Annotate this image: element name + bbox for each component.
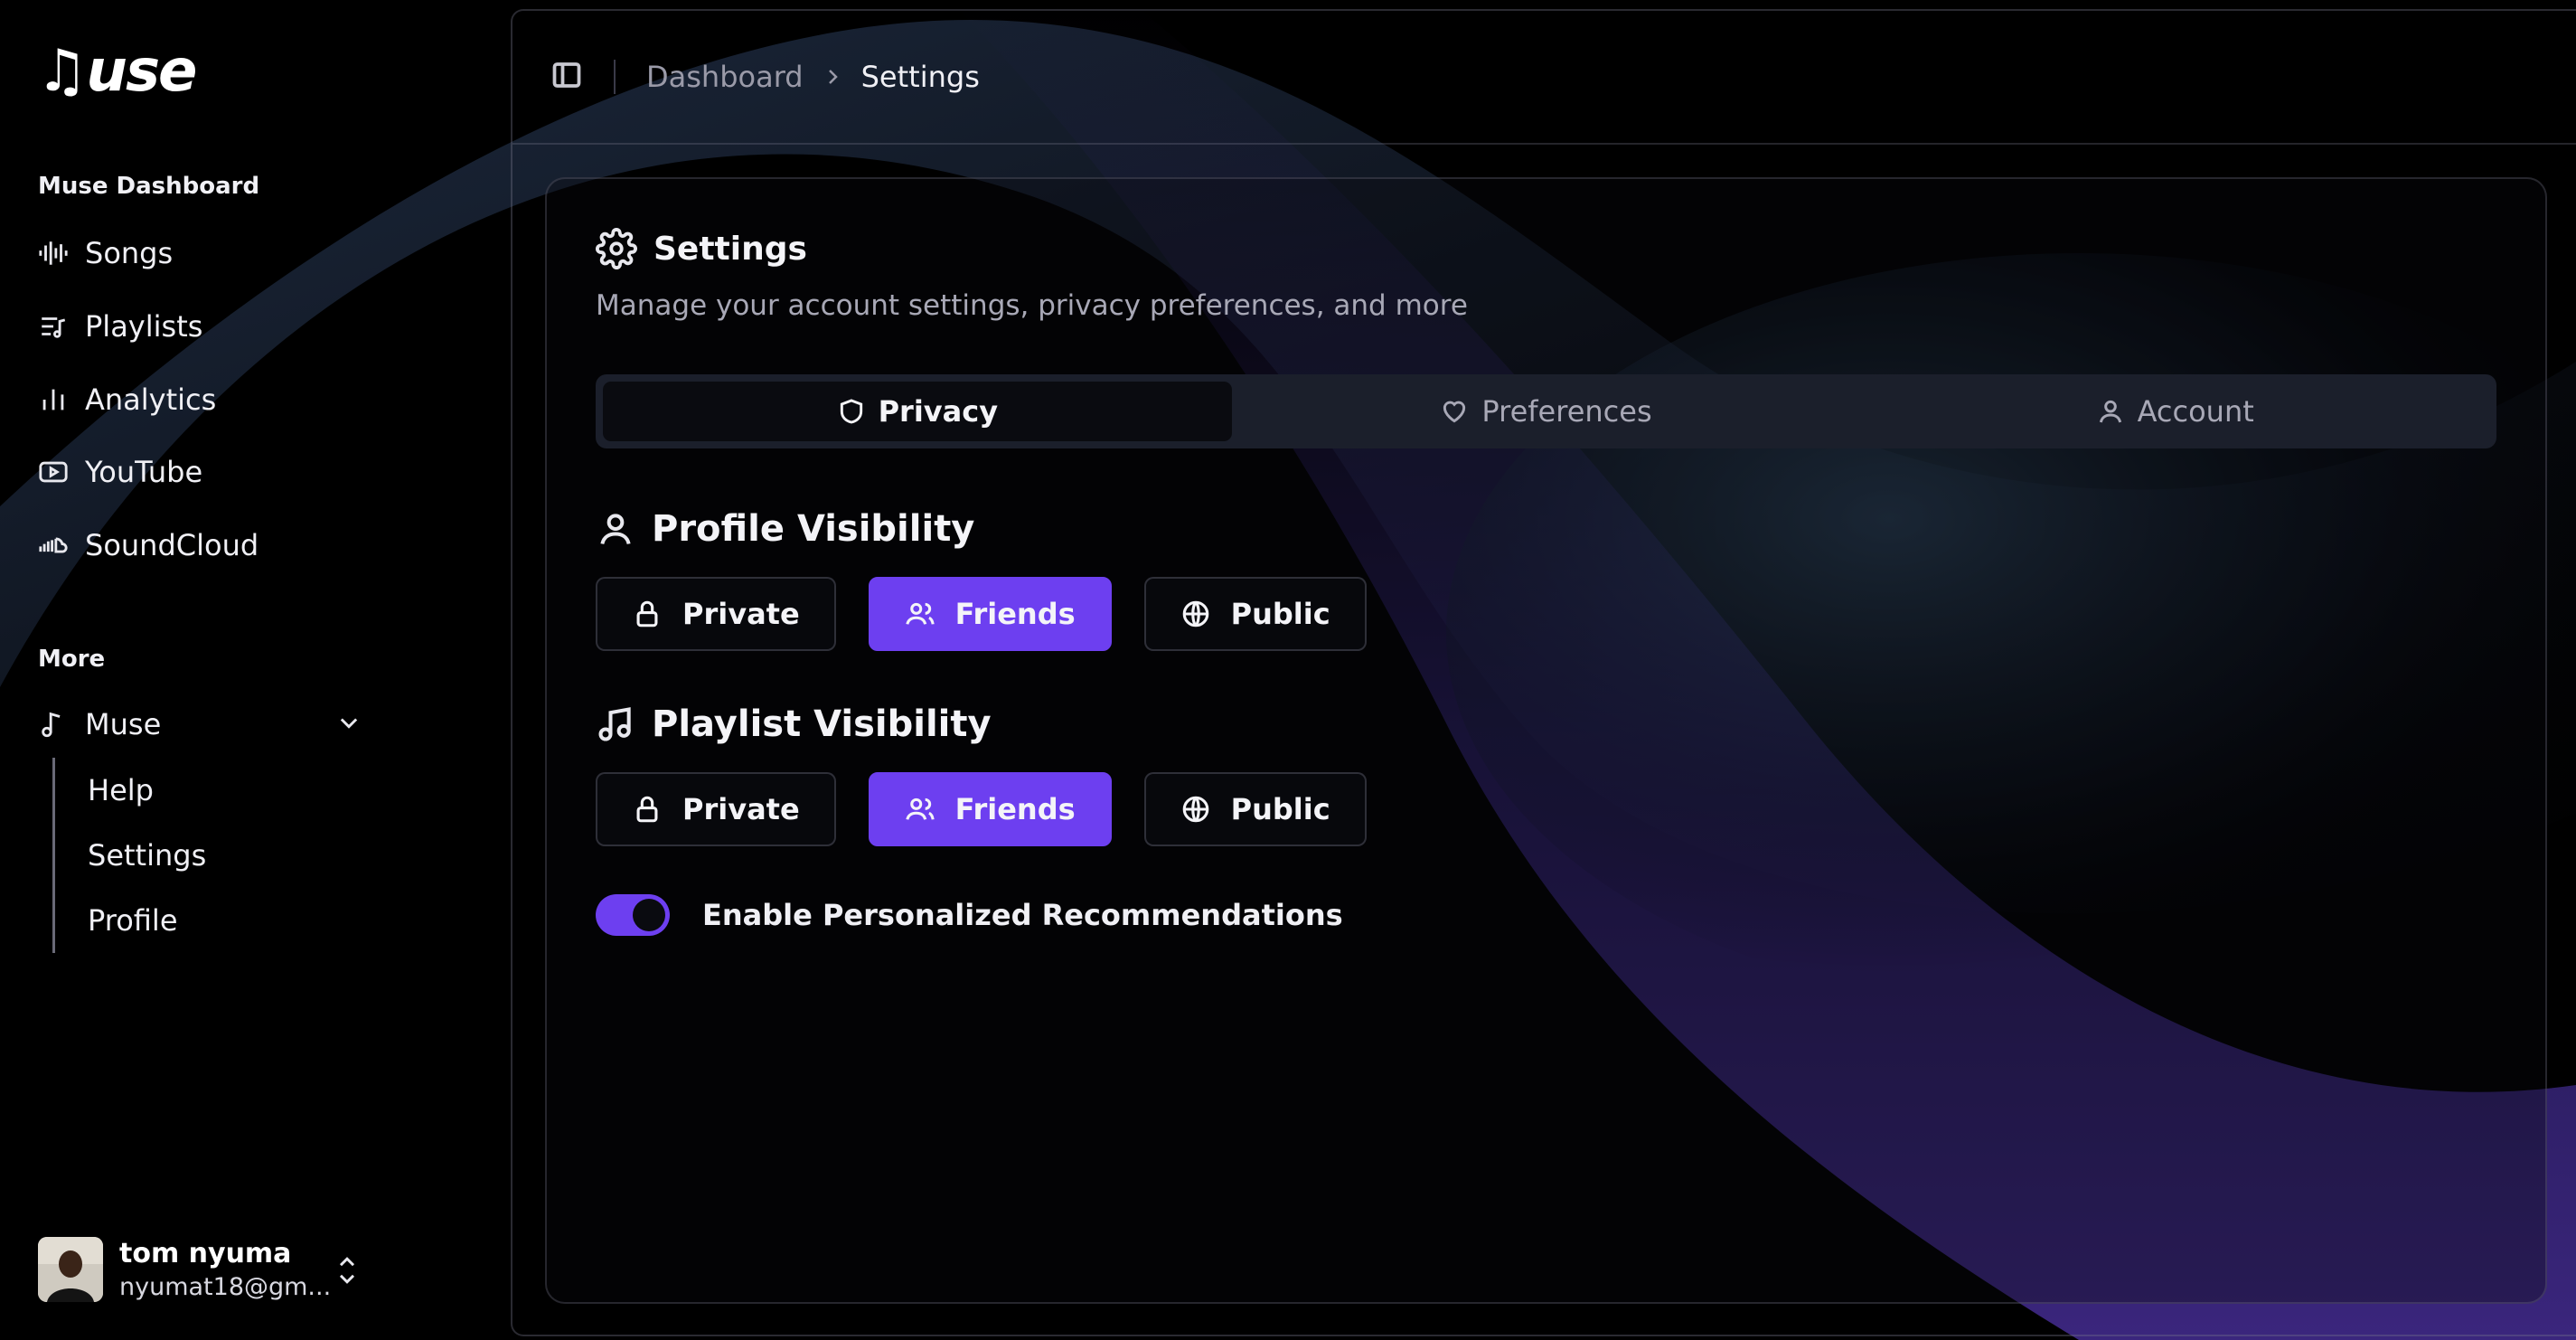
sidebar: ♫use Muse Dashboard Songs Playlists Anal… [0,0,509,1340]
sidebar-item-analytics[interactable]: Analytics [38,374,216,425]
list-music-icon [42,317,66,338]
users-icon [905,602,935,625]
topbar-divider [614,60,616,94]
card-header: Settings [596,228,807,269]
breadcrumb: Dashboard Settings [646,60,980,94]
user-menu[interactable]: tom nyuma nyumat18@gm... [38,1237,331,1302]
soundcloud-icon [39,537,68,553]
bar-chart-icon [42,389,64,410]
recommendations-toggle[interactable] [596,894,670,936]
user-icon [600,514,631,545]
audio-waveform-icon [39,241,68,265]
sidebar-item-songs[interactable]: Songs [38,228,173,278]
breadcrumb-settings: Settings [860,60,980,94]
section-title-text: Playlist Visibility [652,703,992,745]
option-label: Friends [954,792,1076,826]
recommendations-row: Enable Personalized Recommendations [596,894,1343,936]
subtree-line [52,758,55,953]
topbar: Dashboard Settings [512,11,2576,145]
sidebar-item-label: Songs [85,236,174,270]
logo-text: ♫use [36,38,197,105]
option-label: Public [1230,792,1330,826]
recommendations-label: Enable Personalized Recommendations [702,898,1343,932]
users-icon [905,797,935,820]
playlist-visibility-options: Private Friends Public [596,772,1367,846]
option-label: Private [682,597,800,631]
page-description: Manage your account settings, privacy pr… [596,289,1468,322]
sidebar-item-playlists[interactable]: Playlists [38,301,202,352]
page-title: Settings [653,230,807,268]
user-icon [2099,400,2121,423]
lock-icon [636,600,658,628]
music-note-icon [42,712,61,738]
playlist-public-button[interactable]: Public [1143,772,1367,846]
sidebar-toggle-icon[interactable] [550,59,583,95]
tab-label: Account [2137,394,2254,429]
sidebar-item-soundcloud[interactable]: SoundCloud [38,520,259,571]
option-label: Public [1230,597,1330,631]
globe-icon [1182,600,1208,628]
sidebar-item-youtube[interactable]: YouTube [38,447,202,497]
sidebar-more-label: More [38,646,106,673]
tab-account[interactable]: Account [1860,382,2489,441]
profile-private-button[interactable]: Private [596,577,836,651]
profile-public-button[interactable]: Public [1143,577,1367,651]
globe-icon [1182,796,1208,823]
sidebar-subitem-profile[interactable]: Profile [88,903,178,938]
tab-preferences[interactable]: Preferences [1232,382,1861,441]
profile-friends-button[interactable]: Friends [868,577,1112,651]
lock-icon [636,796,658,823]
option-label: Private [682,792,800,826]
heart-icon [1443,401,1466,423]
sidebar-item-label: SoundCloud [85,528,259,562]
chevron-right-icon [804,66,861,88]
sidebar-subitem-settings[interactable]: Settings [88,838,206,873]
settings-card: Settings Manage your account settings, p… [545,177,2547,1304]
sidebar-item-label: Playlists [85,309,203,344]
playlist-visibility-title: Playlist Visibility [596,703,992,745]
playlist-friends-button[interactable]: Friends [868,772,1112,846]
music-icon [598,707,631,741]
sidebar-subitem-help[interactable]: Help [88,773,154,807]
user-email: nyumat18@gm... [119,1273,332,1301]
muse-logo[interactable]: ♫use [36,38,197,105]
sidebar-item-label: Analytics [85,382,217,417]
youtube-icon [39,461,68,483]
gear-icon [596,228,637,269]
section-title-text: Profile Visibility [652,508,975,550]
main-panel: Dashboard Settings Settings Manage your … [511,9,2576,1336]
settings-tabs: Privacy Preferences Account [596,374,2496,448]
option-label: Friends [954,597,1076,631]
tab-privacy[interactable]: Privacy [603,382,1232,441]
toggle-knob [633,899,665,931]
sidebar-group-label: Muse Dashboard [38,173,260,200]
tab-label: Preferences [1481,394,1652,429]
sidebar-item-label: Muse [85,707,162,741]
chevrons-up-down-icon[interactable] [334,1252,360,1292]
profile-visibility-title: Profile Visibility [596,508,974,550]
chevron-down-icon[interactable] [336,710,362,735]
shield-icon [840,399,862,424]
breadcrumb-dashboard[interactable]: Dashboard [646,60,804,94]
sidebar-item-muse[interactable]: Muse [38,699,161,750]
avatar [38,1237,103,1302]
tab-label: Privacy [878,394,999,429]
profile-visibility-options: Private Friends Public [596,577,1367,651]
user-name: tom nyuma [119,1238,292,1269]
playlist-private-button[interactable]: Private [596,772,836,846]
sidebar-item-label: YouTube [85,455,203,489]
